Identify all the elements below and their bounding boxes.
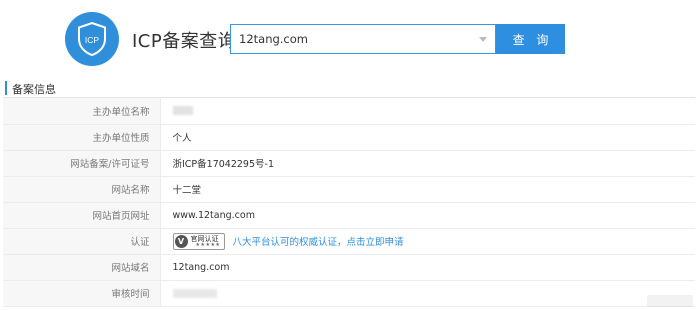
search-box[interactable] [230, 24, 496, 54]
domain-value: 12tang.com [160, 254, 695, 281]
cert-stars: ★★★★★ [195, 241, 221, 248]
review-time-value [160, 280, 695, 307]
record-info-table: 主办单位名称 主办单位性质 个人 网站备案/许可证号 浙ICP备17042295… [3, 98, 695, 307]
svg-text:ICP: ICP [85, 35, 100, 45]
redacted-value [172, 106, 193, 116]
section-title: 备案信息 [12, 83, 56, 96]
icp-logo: ICP [65, 12, 119, 66]
sponsor-name-value [160, 98, 695, 125]
redacted-value [172, 288, 217, 298]
table-row: 主办单位名称 [3, 98, 695, 125]
cert-label: 认证 [3, 228, 161, 255]
table-row: 网站域名 12tang.com [3, 254, 695, 281]
chevron-down-icon[interactable] [479, 37, 487, 42]
page-title: ICP备案查询 [132, 31, 237, 52]
sponsor-type-label: 主办单位性质 [3, 124, 161, 151]
homepage-label: 网站首页网址 [3, 202, 161, 229]
review-time-label: 审核时间 [3, 280, 161, 307]
table-row: 审核时间 [3, 280, 695, 307]
search-input[interactable] [239, 25, 469, 53]
site-name-label: 网站名称 [3, 176, 161, 203]
watermark-logo [647, 295, 693, 307]
official-cert-badge[interactable]: V 官网认证 ★★★★★ [172, 232, 225, 250]
cert-value: V 官网认证 ★★★★★ 八大平台认可的权威认证，点击立即申请 [160, 228, 695, 255]
table-row: 网站备案/许可证号 浙ICP备17042295号-1 [3, 150, 695, 177]
table-row: 主办单位性质 个人 [3, 124, 695, 151]
shield-icon: ICP [78, 21, 106, 57]
homepage-value: www.12tang.com [160, 202, 695, 229]
verified-v-icon: V [174, 234, 188, 248]
sponsor-type-value: 个人 [160, 124, 695, 151]
domain-label: 网站域名 [3, 254, 161, 281]
cert-apply-link[interactable]: 八大平台认可的权威认证，点击立即申请 [233, 237, 404, 248]
section-marker [5, 81, 7, 95]
table-row: 网站名称 十二堂 [3, 176, 695, 203]
sponsor-name-label: 主办单位名称 [3, 98, 161, 125]
license-label: 网站备案/许可证号 [3, 150, 161, 177]
site-name-value: 十二堂 [160, 176, 695, 203]
table-row: 网站首页网址 www.12tang.com [3, 202, 695, 229]
search-button[interactable]: 查 询 [496, 24, 565, 54]
license-value: 浙ICP备17042295号-1 [160, 150, 695, 177]
table-row: 认证 V 官网认证 ★★★★★ 八大平台认可的权威认证，点击立即申请 [3, 228, 695, 255]
